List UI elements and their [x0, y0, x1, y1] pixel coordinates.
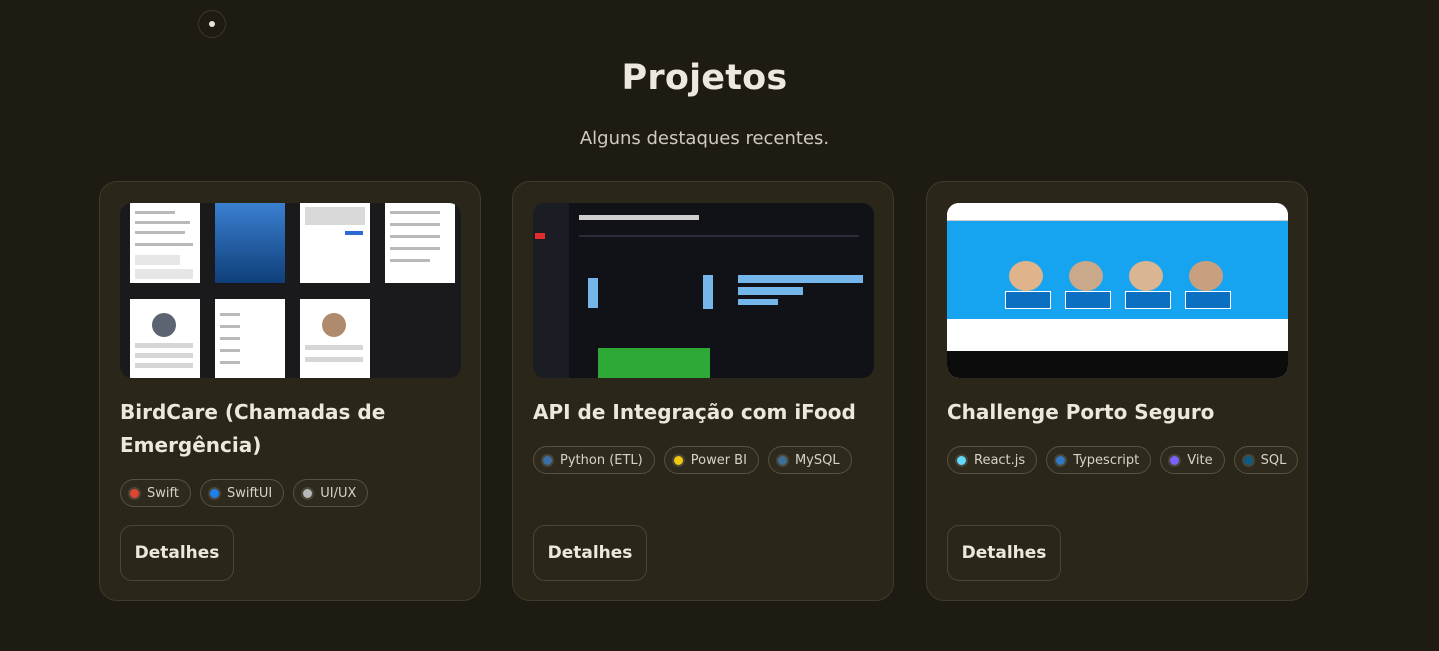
section-subtitle: Alguns destaques recentes. [579, 128, 830, 149]
powerbi-icon [671, 453, 685, 467]
ifood-dashboard [533, 203, 874, 378]
swiftui-icon [207, 486, 221, 500]
tag-swiftui: SwiftUI [199, 479, 285, 507]
project-title: Challenge Porto Seguro [947, 400, 1215, 424]
tag-python: Python (ETL) [533, 446, 655, 474]
tag-mysql: MySQL [767, 446, 852, 474]
vite-icon [1168, 453, 1182, 467]
birdcare-app-screens [120, 203, 461, 378]
swift-icon [128, 486, 141, 500]
tag-powerbi: Power BI [663, 446, 759, 474]
details-button[interactable]: Detalhes [947, 525, 1061, 581]
typescript-icon [1054, 453, 1068, 467]
tag-sql: SQL [1233, 446, 1299, 474]
project-card-ifood: API de Integração com iFood Python (ETL)… [512, 181, 894, 601]
section-title: Projetos [621, 58, 788, 98]
tag-vite: Vite [1160, 446, 1225, 474]
tag-list: Swift SwiftUI UI/UX [120, 479, 369, 507]
tag-list: React.js Typescript Vite SQL [947, 446, 1299, 474]
project-title: API de Integração com iFood [533, 400, 856, 424]
mysql-icon [775, 453, 789, 467]
details-button[interactable]: Detalhes [120, 525, 234, 581]
details-button[interactable]: Detalhes [533, 525, 647, 581]
python-icon [541, 453, 554, 467]
porto-seguro-site [947, 203, 1288, 378]
tag-react: React.js [947, 446, 1038, 474]
tag-typescript: Typescript [1046, 446, 1152, 474]
project-card-porto: Challenge Porto Seguro React.js Typescri… [926, 181, 1308, 601]
tag-swift: Swift [120, 479, 191, 507]
uiux-icon [301, 486, 315, 500]
tag-list: Python (ETL) Power BI MySQL [533, 446, 852, 474]
tag-uiux: UI/UX [293, 479, 369, 507]
react-icon [955, 453, 968, 467]
cursor-indicator [198, 10, 226, 38]
sql-icon [1241, 453, 1255, 467]
project-title: BirdCare (Chamadas de Emergência) [120, 400, 386, 457]
project-card-birdcare: BirdCare (Chamadas de Emergência) Swift … [99, 181, 481, 601]
